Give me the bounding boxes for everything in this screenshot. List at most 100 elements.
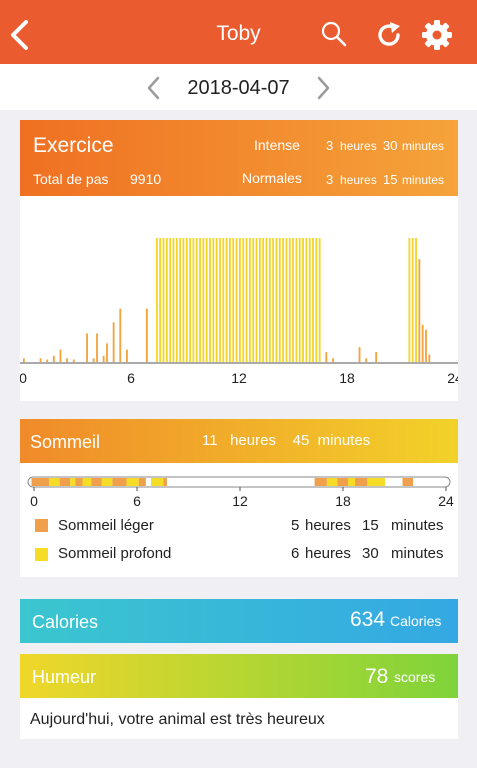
activity-bar	[318, 238, 321, 362]
activity-bar	[195, 238, 198, 362]
x-tick-label: 12	[231, 370, 247, 386]
page-title: Toby	[216, 22, 261, 45]
intense-hours: 3	[326, 138, 334, 153]
activity-bar	[145, 308, 148, 362]
deep-sleep-segment	[101, 478, 113, 486]
activity-bar	[312, 238, 314, 362]
activity-bar	[292, 238, 294, 362]
activity-bar-chart: 0 6 12 18 24	[20, 238, 458, 386]
normal-hours: 3	[326, 172, 334, 187]
intense-hours-unit: heures	[340, 139, 377, 153]
light-sleep-minutes-unit: minutes	[391, 517, 444, 534]
activity-bar	[205, 238, 208, 362]
steps-label: Total de pas	[33, 171, 109, 187]
light-sleep-segment	[355, 478, 368, 486]
refresh-icon[interactable]	[374, 20, 404, 50]
activity-bar	[421, 324, 424, 362]
activity-bar	[215, 238, 218, 362]
sleep-tick-label: 6	[133, 493, 141, 509]
light-sleep-segment	[163, 478, 167, 486]
exercise-card[interactable]: Exercice Total de pas 9910 Intense 3 heu…	[20, 120, 458, 401]
sleep-total-hours: 11	[202, 432, 218, 449]
activity-bar	[245, 238, 248, 362]
activity-bar	[302, 238, 304, 362]
mood-card[interactable]: Humeur 78 scores Aujourd'hui, votre anim…	[20, 654, 458, 739]
deep-sleep-segment	[151, 478, 164, 486]
light-sleep-segment	[31, 478, 50, 486]
activity-bar	[189, 238, 191, 362]
activity-bar	[23, 358, 25, 362]
sleep-total: 11 heures 45 minutes	[202, 432, 370, 449]
light-sleep-segment	[91, 478, 102, 486]
activity-bar	[112, 322, 115, 362]
calories-unit: Calories	[390, 613, 442, 629]
activity-bar	[235, 238, 238, 362]
activity-bar	[172, 238, 175, 362]
activity-bar	[159, 238, 162, 362]
calories-card[interactable]: Calories 634 Calories	[20, 599, 458, 643]
activity-bar	[182, 238, 185, 362]
sleep-minutes-unit: minutes	[317, 432, 371, 449]
sleep-card[interactable]: Sommeil 11 heures 45 minutes 0 6 12 18 24 So…	[20, 419, 458, 577]
light-sleep-segment	[112, 478, 127, 486]
mood-title: Humeur	[32, 667, 97, 687]
activity-bar	[315, 238, 318, 362]
next-date-icon[interactable]	[314, 76, 332, 100]
x-tick-label: 0	[20, 370, 27, 386]
light-sleep-segment	[337, 478, 349, 486]
deep-sleep-segment	[326, 478, 338, 486]
activity-bar	[86, 333, 88, 362]
activity-bar	[119, 308, 122, 362]
activity-bar	[202, 238, 205, 362]
activity-bar	[252, 238, 255, 362]
nav-bar: Toby	[0, 0, 477, 64]
activity-bar	[52, 355, 55, 362]
activity-bar	[425, 329, 427, 362]
activity-bar	[255, 238, 258, 362]
sleep-tick-label: 24	[438, 493, 454, 509]
current-date: 2018-04-07	[187, 77, 290, 99]
mood-unit: scores	[394, 669, 436, 685]
activity-bar	[275, 238, 278, 362]
sleep-tick-label: 12	[232, 493, 248, 509]
deep-sleep-hours-unit: heures	[305, 545, 351, 562]
gear-icon[interactable]	[421, 19, 453, 51]
activity-bar	[288, 238, 291, 362]
activity-bar	[411, 238, 414, 362]
deep-sleep-segment	[126, 478, 139, 486]
activity-bar	[155, 238, 158, 362]
sleep-tick-label: 0	[30, 493, 38, 509]
light-sleep-segment	[75, 478, 83, 486]
light-sleep-minutes: 15	[362, 517, 379, 534]
normal-label: Normales	[242, 170, 302, 186]
activity-bar	[175, 238, 178, 362]
mood-message: Aujourd'hui, votre animal est très heure…	[30, 711, 325, 728]
activity-bar	[209, 238, 211, 362]
calories-value: 634	[350, 608, 386, 631]
x-tick-label: 6	[127, 370, 135, 386]
sleep-timeline: 0 6 12 18 24	[27, 476, 454, 509]
activity-bar	[92, 358, 95, 362]
deep-sleep-swatch	[35, 548, 48, 561]
activity-bar	[239, 238, 241, 362]
activity-bar	[278, 238, 281, 362]
deep-sleep-minutes: 30	[362, 545, 379, 562]
activity-bar	[229, 238, 231, 362]
activity-bar	[39, 358, 42, 362]
activity-bar	[268, 238, 271, 362]
activity-bar	[365, 358, 368, 362]
exercise-title: Exercice	[33, 134, 114, 157]
normal-minutes: 15	[383, 172, 398, 187]
search-icon[interactable]	[320, 20, 348, 48]
activity-bar	[185, 238, 188, 362]
activity-bar	[415, 238, 417, 362]
activity-bar	[59, 349, 62, 362]
mood-header: Humeur 78 scores	[20, 654, 458, 698]
sleep-header: Sommeil 11 heures 45 minutes	[20, 419, 458, 463]
activity-bar	[418, 259, 421, 362]
deep-sleep-segment	[49, 478, 60, 486]
sleep-total-minutes: 45	[292, 432, 310, 449]
activity-bar	[225, 238, 228, 362]
activity-bar	[192, 238, 195, 362]
activity-bar	[96, 333, 98, 362]
